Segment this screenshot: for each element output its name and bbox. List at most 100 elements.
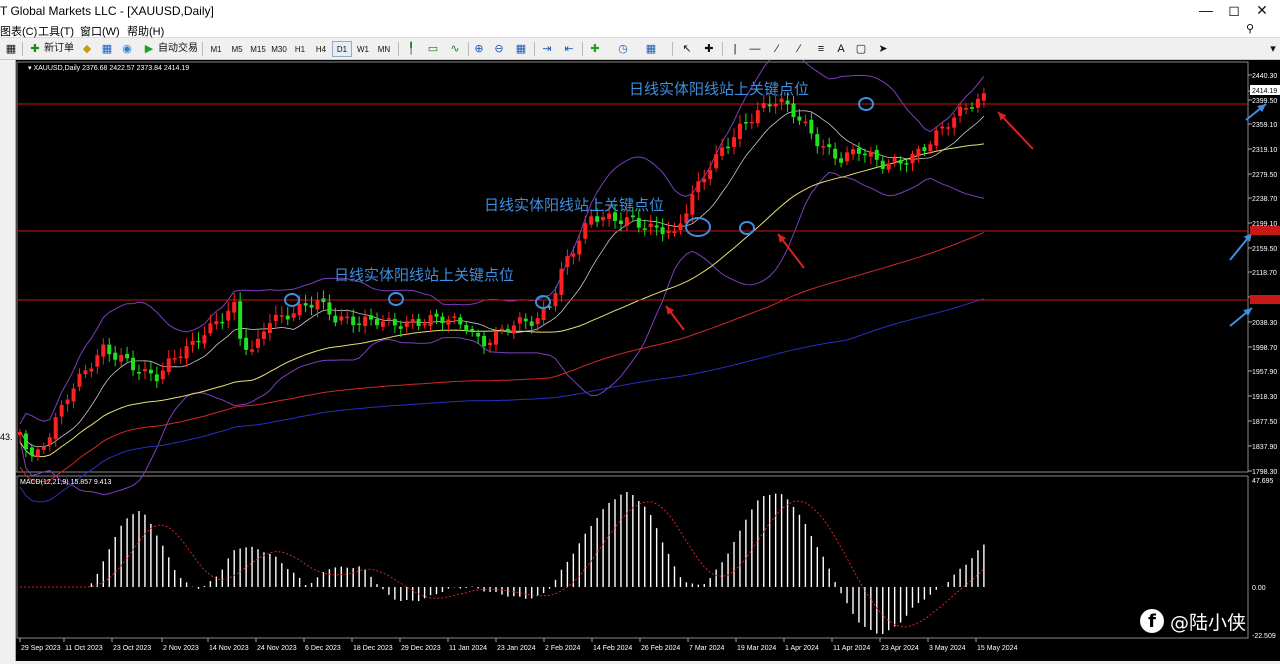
candle-body [624, 217, 629, 226]
chart-header: ▾ XAUUSD,Daily 2376.68 2422.57 2373.84 2… [28, 65, 189, 72]
period-m1[interactable]: M1 [206, 41, 226, 57]
candle-body [446, 319, 451, 325]
period-m30[interactable]: M30 [269, 41, 289, 57]
candle-body [238, 301, 243, 339]
current-price-label: 2414.19 [1252, 88, 1277, 95]
chart-shift-icon[interactable]: ⇤ [562, 41, 576, 57]
menu-tools[interactable]: 工具(T) [38, 23, 74, 39]
tile-windows-icon[interactable]: ▦ [514, 41, 528, 57]
candle-body [154, 374, 159, 382]
search-icon[interactable]: ⚲ [1246, 22, 1254, 35]
candle-body [464, 325, 469, 331]
candle-body [970, 107, 974, 109]
candle-body [511, 325, 516, 334]
x-tick-label: 2 Feb 2024 [545, 645, 581, 652]
chart-window[interactable]: 日线实体阳线站上关键点位 日线实体阳线站上关键点位 日线实体阳线站上关键点位 244… [16, 47, 1280, 661]
text-tool-icon[interactable]: A [834, 41, 848, 57]
facebook-icon: f [1140, 609, 1164, 633]
menu-chart[interactable]: 图表(C) [0, 23, 37, 39]
templates-icon[interactable]: ▦ [644, 41, 658, 57]
close-icon[interactable]: ✕ [1244, 0, 1280, 22]
candle-body [517, 317, 522, 324]
bar-chart-icon[interactable]: ╿ [404, 41, 418, 57]
candle-body [125, 353, 130, 359]
candle-body [761, 103, 766, 109]
candle-body [29, 447, 34, 456]
period-h4[interactable]: H4 [311, 41, 331, 57]
line-chart-icon[interactable]: ∿ [448, 41, 462, 57]
annotation-label: 日线实体阳线站上关键点位 [484, 197, 664, 214]
candle-body [279, 315, 284, 317]
bollinger-upper [19, 47, 985, 425]
period-m5[interactable]: M5 [227, 41, 247, 57]
candle-body [958, 106, 963, 116]
candle-body [737, 123, 742, 140]
candle-body [779, 98, 784, 103]
macd-y-tick-label: 0.00 [1252, 585, 1266, 592]
cursor-icon[interactable]: ↖ [680, 41, 694, 57]
candle-body [559, 268, 564, 295]
x-tick-label: 14 Feb 2024 [593, 645, 632, 652]
candle-body [101, 344, 106, 357]
period-mn[interactable]: MN [374, 41, 394, 57]
auto-trade-button[interactable]: 自动交易 [158, 41, 198, 57]
zoom-out-icon[interactable]: ⊖ [492, 41, 506, 57]
crosshair-icon[interactable]: ✚ [702, 41, 716, 57]
fibonacci-icon[interactable]: ≡ [814, 41, 828, 57]
chevron-down-icon[interactable]: ▾ [1266, 41, 1280, 57]
level-price-box [1250, 226, 1280, 235]
period-m15[interactable]: M15 [248, 41, 268, 57]
new-order-icon[interactable]: ✚ [28, 41, 42, 57]
candle-body [250, 349, 255, 352]
zoom-in-icon[interactable]: ⊕ [472, 41, 486, 57]
horizontal-line-icon[interactable]: — [748, 41, 762, 57]
text-label-icon[interactable]: ▢ [854, 41, 868, 57]
candle-body [41, 446, 46, 450]
candle-body [208, 323, 213, 334]
candle-body [636, 218, 641, 228]
pin-icon[interactable]: ◆ [80, 41, 94, 57]
x-tick-label: 19 Mar 2024 [737, 645, 776, 652]
trendline-icon[interactable]: ∕ [770, 41, 784, 57]
y-tick-label: 2359.10 [1252, 122, 1277, 129]
candle-body [458, 317, 463, 325]
x-tick-label: 6 Dec 2023 [305, 645, 341, 652]
menu-help[interactable]: 帮助(H) [127, 23, 164, 39]
new-order-button[interactable]: 新订单 [44, 41, 74, 57]
candle-body [702, 178, 707, 183]
level-price-box [1250, 295, 1280, 304]
candle-body [53, 417, 58, 440]
candle-body [244, 337, 249, 350]
arrows-icon[interactable]: ➤ [876, 41, 890, 57]
vertical-line-icon[interactable]: | [728, 41, 742, 57]
period-d1[interactable]: D1 [332, 41, 352, 57]
indicators-icon[interactable]: ✚ [588, 41, 602, 57]
y-tick-label: 1957.90 [1252, 369, 1277, 376]
chart-canvas[interactable]: 日线实体阳线站上关键点位日线实体阳线站上关键点位日线实体阳线站上关键点位 244… [16, 47, 1280, 661]
period-w1[interactable]: W1 [353, 41, 373, 57]
annotation-circle [685, 217, 711, 237]
candle-body [89, 368, 94, 372]
x-tick-label: 26 Feb 2024 [641, 645, 680, 652]
candle-chart-icon[interactable]: ▭ [426, 41, 440, 57]
auto-trade-icon[interactable]: ▶ [142, 41, 156, 57]
candle-body [535, 318, 540, 325]
candle-body [309, 304, 314, 308]
candle-body [77, 373, 82, 387]
globe-icon[interactable]: ◉ [120, 41, 134, 57]
periods-clock-icon[interactable]: ◷ [616, 41, 630, 57]
chart-window-icon[interactable]: ▦ [4, 41, 18, 57]
candle-body [202, 335, 207, 344]
y-tick-label: 2399.50 [1252, 98, 1277, 105]
profile-icon[interactable]: ▦ [100, 41, 114, 57]
channel-icon[interactable]: ∕ [792, 41, 806, 57]
period-h1[interactable]: H1 [290, 41, 310, 57]
candle-body [166, 358, 171, 373]
autoscroll-icon[interactable]: ⇥ [540, 41, 554, 57]
annotation-circle [535, 295, 551, 309]
menu-window[interactable]: 窗口(W) [80, 23, 120, 39]
candle-body [975, 98, 980, 108]
candle-body [83, 370, 88, 375]
candle-body [226, 310, 231, 321]
y-tick-label: 2118.70 [1252, 270, 1277, 277]
